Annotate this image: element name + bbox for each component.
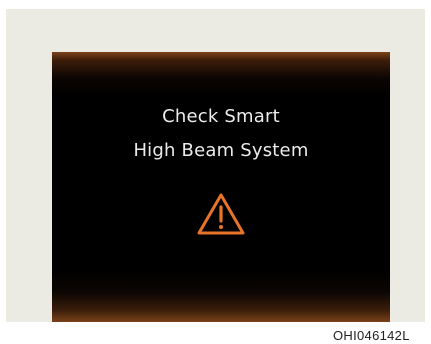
figure-panel: Check Smart High Beam System bbox=[6, 9, 425, 322]
warning-triangle-icon bbox=[197, 193, 245, 235]
message-line-2: High Beam System bbox=[133, 140, 309, 161]
figure-code-label: OHI046142L bbox=[333, 328, 410, 343]
message-line-1: Check Smart bbox=[162, 106, 280, 127]
cluster-display-screen: Check Smart High Beam System bbox=[52, 52, 390, 322]
